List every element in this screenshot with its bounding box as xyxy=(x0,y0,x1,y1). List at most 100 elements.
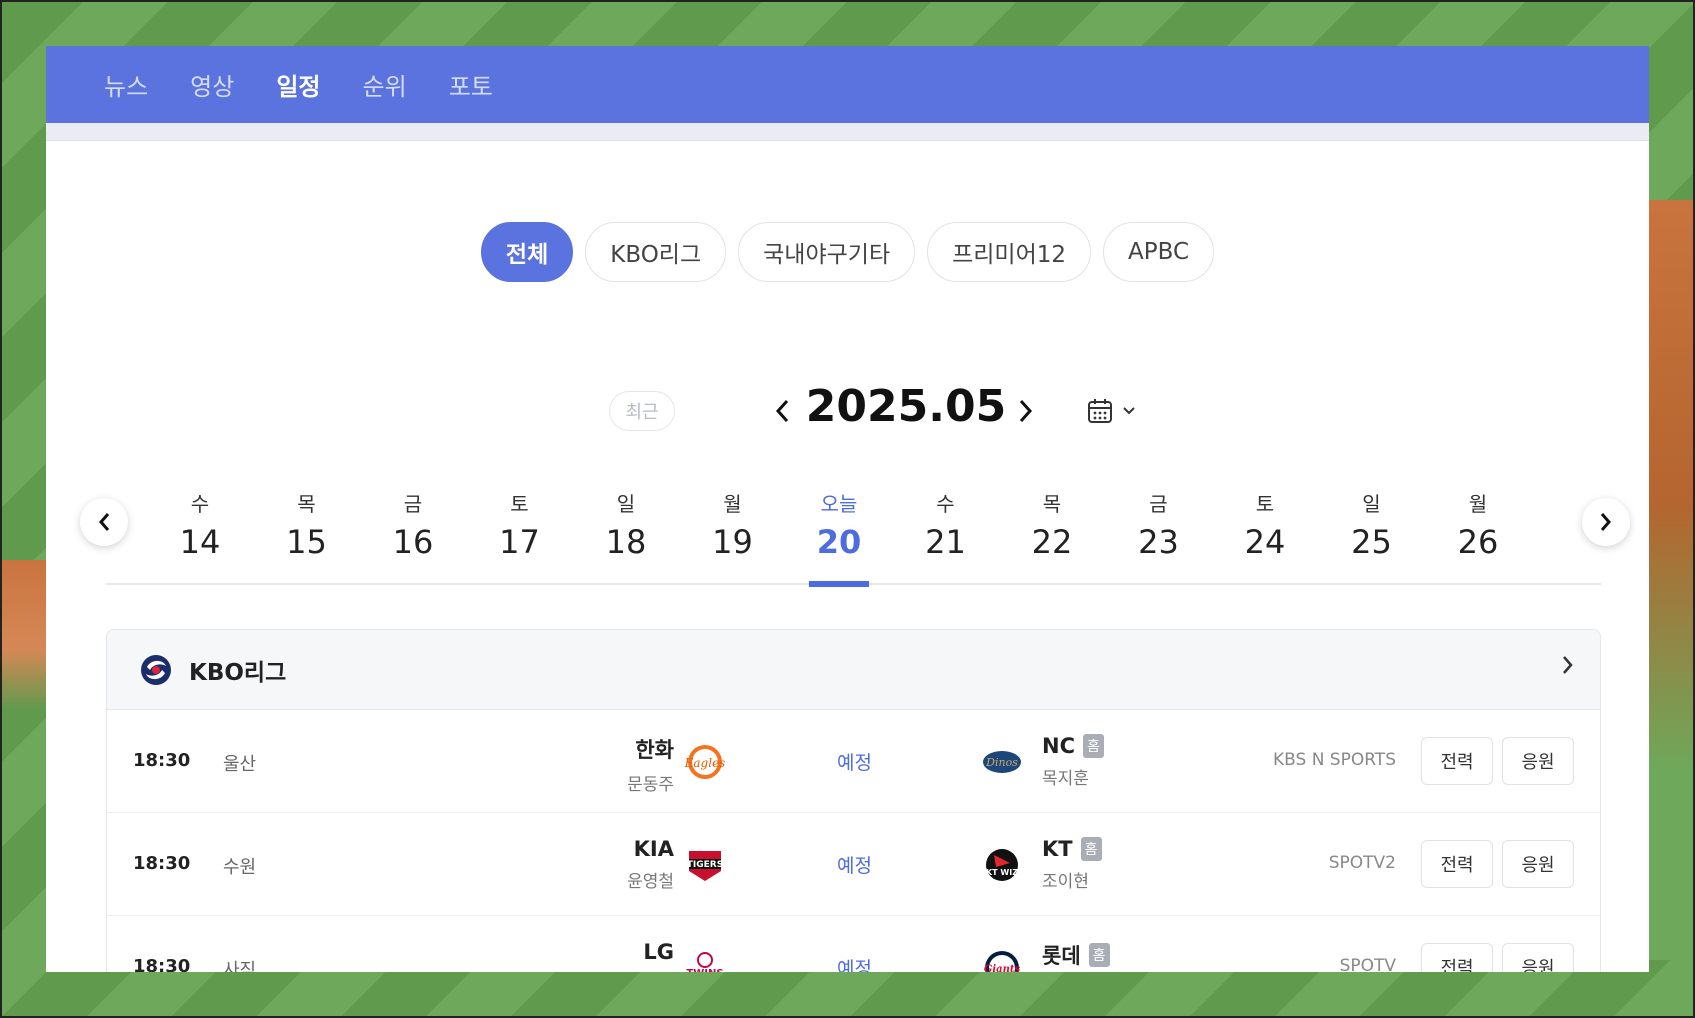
date-number: 25 xyxy=(1351,523,1392,561)
league-filter-chips: 전체 KBO리그 국내야구기타 프리미어12 APBC xyxy=(46,222,1649,282)
game-time: 18:30 xyxy=(133,853,191,874)
recent-button[interactable]: 최근 xyxy=(609,391,675,431)
date-cell[interactable]: 금 23 xyxy=(1119,489,1199,585)
home-team-name: KT xyxy=(1042,837,1073,861)
game-row[interactable]: 18:30사직LG송승기TWINS예정Giants롯데홈윤성빈SPOTV전력응원 xyxy=(107,916,1600,972)
filter-chip-all[interactable]: 전체 xyxy=(480,222,574,282)
power-button[interactable]: 전력 xyxy=(1421,943,1493,972)
league-header[interactable]: KBO리그 xyxy=(107,630,1600,710)
game-row[interactable]: 18:30 울산 한화 문동주 Eagles 예정 Dinos NC 홈 목지훈 KBS N SPO… xyxy=(107,710,1600,813)
date-cell[interactable]: 금 16 xyxy=(373,489,453,585)
date-number: 15 xyxy=(286,523,327,561)
home-badge: 홈 xyxy=(1080,837,1102,861)
svg-text:Dinos: Dinos xyxy=(985,756,1018,769)
date-weekday: 토 xyxy=(1255,492,1275,516)
date-number: 20 xyxy=(816,523,862,561)
nav-item-news[interactable]: 뉴스 xyxy=(104,67,148,102)
broadcast-channel: SPOTV2 xyxy=(1328,853,1396,873)
date-weekday: 오늘 xyxy=(820,492,858,516)
home-pitcher: 목지훈 xyxy=(1042,769,1089,789)
date-cell[interactable]: 토 24 xyxy=(1225,489,1305,585)
top-nav: 뉴스 영상 일정 순위 포토 xyxy=(46,46,1649,123)
game-stadium: 울산 xyxy=(223,754,257,775)
filter-chip-apbc[interactable]: APBC xyxy=(1103,222,1215,282)
date-cell[interactable]: 일 25 xyxy=(1332,489,1412,585)
chevron-right-icon[interactable] xyxy=(1562,652,1574,682)
date-weekday: 일 xyxy=(1362,492,1381,516)
home-team: KT 홈 조이현 xyxy=(1042,837,1102,892)
date-cell[interactable]: 수 21 xyxy=(906,489,986,585)
date-number: 16 xyxy=(392,523,434,561)
filter-chip-premier12[interactable]: 프리미어12 xyxy=(927,222,1092,282)
svg-text:Giants: Giants xyxy=(984,964,1021,972)
calendar-button[interactable] xyxy=(1086,393,1150,429)
home-team: 롯데홈윤성빈 xyxy=(1042,940,1110,972)
date-cell[interactable]: 월 26 xyxy=(1438,489,1518,585)
schedule-panel: 뉴스 영상 일정 순위 포토 전체 KBO리그 국내야구기타 프리미어12 AP… xyxy=(46,46,1649,972)
date-number: 17 xyxy=(499,523,540,561)
away-team-name: KIA xyxy=(633,837,674,861)
sub-bar xyxy=(46,123,1649,141)
date-weekday: 일 xyxy=(616,492,636,516)
eagles-logo: Eagles xyxy=(683,742,727,782)
date-weekday: 토 xyxy=(510,492,529,516)
league-name: KBO리그 xyxy=(189,659,287,686)
broadcast-channel: SPOTV xyxy=(1339,956,1396,972)
date-cell[interactable]: 일 18 xyxy=(586,489,666,585)
power-button[interactable]: 전력 xyxy=(1421,737,1493,785)
home-badge: 홈 xyxy=(1083,734,1104,758)
game-status: 예정 xyxy=(837,855,872,877)
home-team-name: NC xyxy=(1042,734,1075,758)
month-title: 2025.05 xyxy=(805,381,1007,432)
date-strip-next-button[interactable] xyxy=(1582,498,1630,546)
cheer-button[interactable]: 응원 xyxy=(1502,840,1574,888)
chevron-left-icon[interactable] xyxy=(764,391,800,431)
date-cell[interactable]: 목 15 xyxy=(267,489,347,585)
date-cell[interactable]: 월 19 xyxy=(693,489,773,585)
date-cell[interactable]: 수 14 xyxy=(160,489,240,585)
nav-item-standings[interactable]: 순위 xyxy=(363,67,407,102)
date-number: 24 xyxy=(1244,523,1286,561)
date-strip: 수 14 목 15 금 16 토 17 일 18 월 19 오늘 20 수 21 목 22 금 23 토 24 일 25 월 26 xyxy=(106,489,1601,587)
date-weekday: 월 xyxy=(723,492,742,516)
filter-chip-kbo[interactable]: KBO리그 xyxy=(585,222,727,282)
svg-text:KT WIZ: KT WIZ xyxy=(986,868,1018,877)
filter-chip-domestic-etc[interactable]: 국내야구기타 xyxy=(738,222,916,282)
date-cell-today[interactable]: 오늘 20 xyxy=(799,489,879,587)
date-number: 22 xyxy=(1031,523,1073,561)
power-button[interactable]: 전력 xyxy=(1421,840,1493,888)
date-strip-prev-button[interactable] xyxy=(80,498,128,546)
away-team: 한화 문동주 xyxy=(627,734,674,795)
month-selector: 최근 2025.05 xyxy=(46,381,1649,441)
cheer-button[interactable]: 응원 xyxy=(1502,737,1574,785)
date-weekday: 수 xyxy=(190,492,210,516)
game-time: 18:30 xyxy=(133,956,191,972)
away-team: LG 송승기 xyxy=(627,940,674,972)
home-badge: 홈 xyxy=(1088,943,1110,967)
home-team-name: 롯데 xyxy=(1042,944,1081,968)
game-stadium: 수원 xyxy=(223,857,257,878)
chevron-right-icon[interactable] xyxy=(1008,391,1044,431)
svg-text:TIGERS: TIGERS xyxy=(687,860,723,870)
date-cell[interactable]: 목 22 xyxy=(1012,489,1092,585)
nav-item-schedule[interactable]: 일정 xyxy=(276,67,320,102)
date-number: 23 xyxy=(1138,523,1179,561)
date-weekday: 목 xyxy=(297,492,316,516)
nav-item-video[interactable]: 영상 xyxy=(190,67,234,102)
tigers-logo: TIGERS xyxy=(683,845,727,885)
game-time: 18:30 xyxy=(133,750,191,771)
away-team-name: 한화 xyxy=(635,738,674,762)
date-number: 19 xyxy=(712,523,753,561)
giants-logo: Giants xyxy=(980,948,1024,972)
game-row[interactable]: 18:30 수원 KIA 윤영철 TIGERS 예정 KT WIZ KT 홈 조이현 SPOTV2 전… xyxy=(107,813,1600,916)
away-team: KIA 윤영철 xyxy=(627,837,674,892)
date-number: 26 xyxy=(1457,523,1499,561)
cheer-button[interactable]: 응원 xyxy=(1502,943,1574,972)
away-pitcher: 송승기 xyxy=(627,970,674,972)
dinos-logo: Dinos xyxy=(980,742,1024,782)
svg-text:TWINS: TWINS xyxy=(686,968,723,972)
date-number: 18 xyxy=(605,523,647,561)
nav-item-photo[interactable]: 포토 xyxy=(449,67,493,102)
date-cell[interactable]: 토 17 xyxy=(480,489,560,585)
ktwiz-logo: KT WIZ xyxy=(980,845,1024,885)
